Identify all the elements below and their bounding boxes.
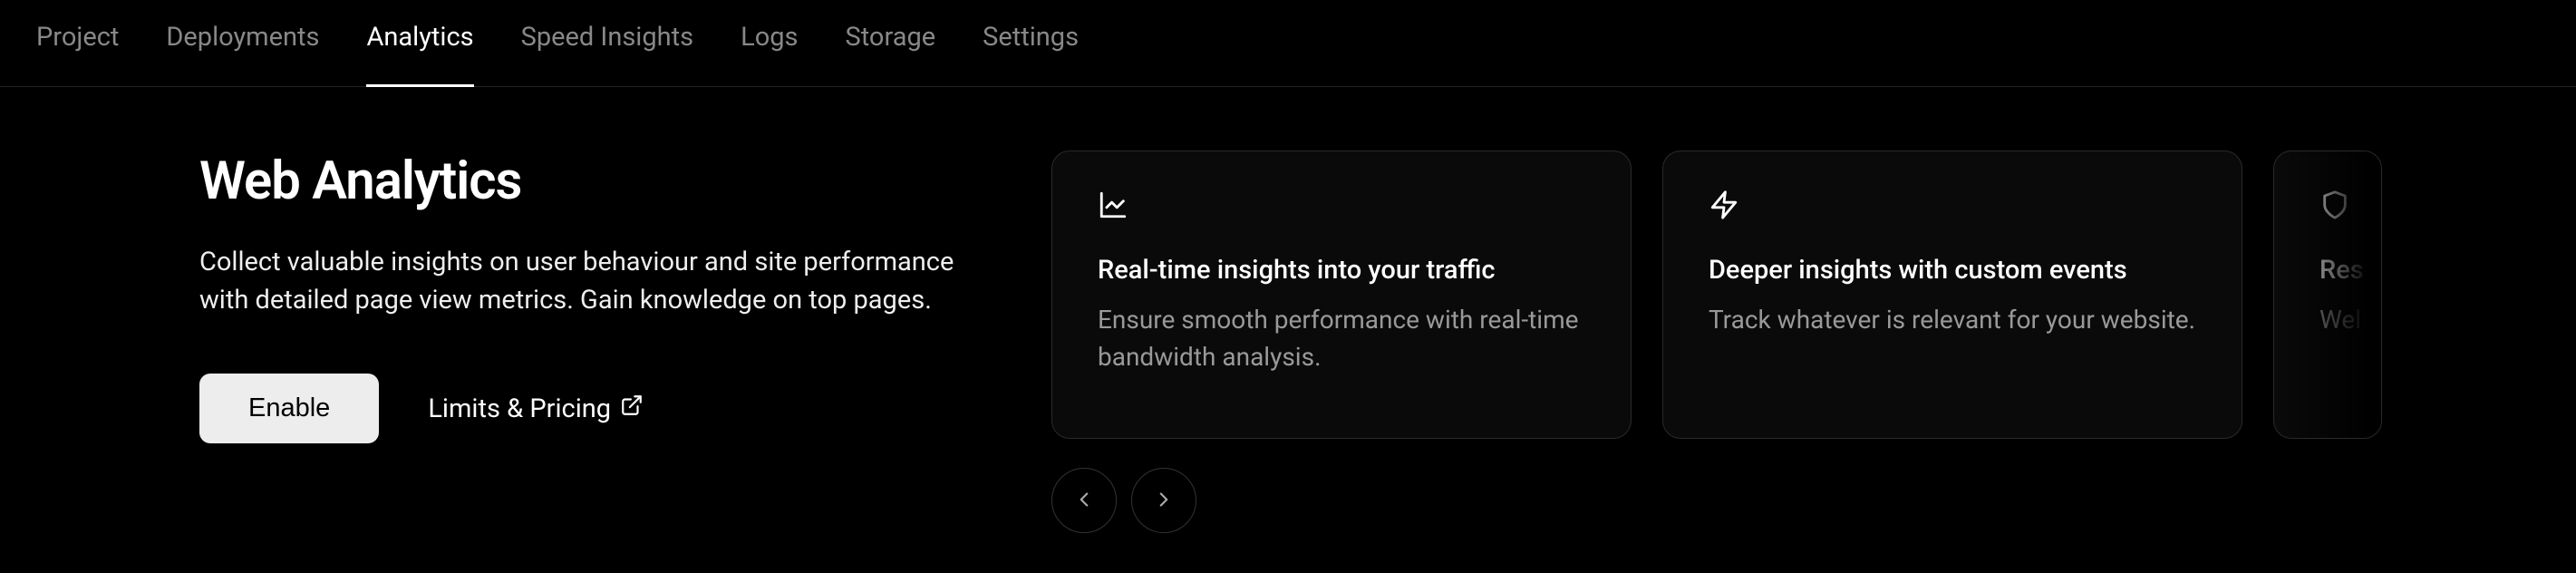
card-title: Res: [2319, 255, 2382, 286]
nav-item-storage[interactable]: Storage: [846, 22, 936, 87]
card-description: Ensure smooth performance with real-time…: [1098, 302, 1585, 375]
card-title: Real-time insights into your traffic: [1098, 255, 1585, 286]
feature-card: Deeper insights with custom events Track…: [1662, 151, 2242, 439]
limits-pricing-link[interactable]: Limits & Pricing: [428, 393, 644, 424]
carousel-next-button[interactable]: [1131, 468, 1196, 533]
nav-item-project[interactable]: Project: [36, 22, 119, 87]
top-nav: Project Deployments Analytics Speed Insi…: [0, 0, 2576, 87]
external-link-icon: [620, 393, 644, 424]
chart-line-icon: [1098, 189, 1585, 224]
shield-icon: [2319, 189, 2382, 224]
limits-pricing-label: Limits & Pricing: [428, 393, 611, 424]
page-title: Web Analytics: [199, 151, 979, 212]
chevron-right-icon: [1152, 488, 1176, 514]
lightning-icon: [1709, 189, 2196, 224]
page-description: Collect valuable insights on user behavi…: [199, 243, 979, 319]
chevron-left-icon: [1072, 488, 1096, 514]
carousel-prev-button[interactable]: [1051, 468, 1117, 533]
nav-item-settings[interactable]: Settings: [983, 22, 1079, 87]
card-description: Wel and: [2319, 302, 2382, 339]
card-title: Deeper insights with custom events: [1709, 255, 2196, 286]
card-description: Track whatever is relevant for your webs…: [1709, 302, 2196, 339]
feature-card: Real-time insights into your traffic Ens…: [1051, 151, 1632, 439]
feature-cards: Real-time insights into your traffic Ens…: [1051, 151, 2576, 439]
enable-button[interactable]: Enable: [199, 374, 379, 443]
nav-item-analytics[interactable]: Analytics: [366, 22, 473, 87]
nav-item-speed-insights[interactable]: Speed Insights: [521, 22, 693, 87]
feature-card: Res Wel and: [2273, 151, 2382, 439]
nav-item-deployments[interactable]: Deployments: [166, 22, 319, 87]
nav-item-logs[interactable]: Logs: [741, 22, 798, 87]
